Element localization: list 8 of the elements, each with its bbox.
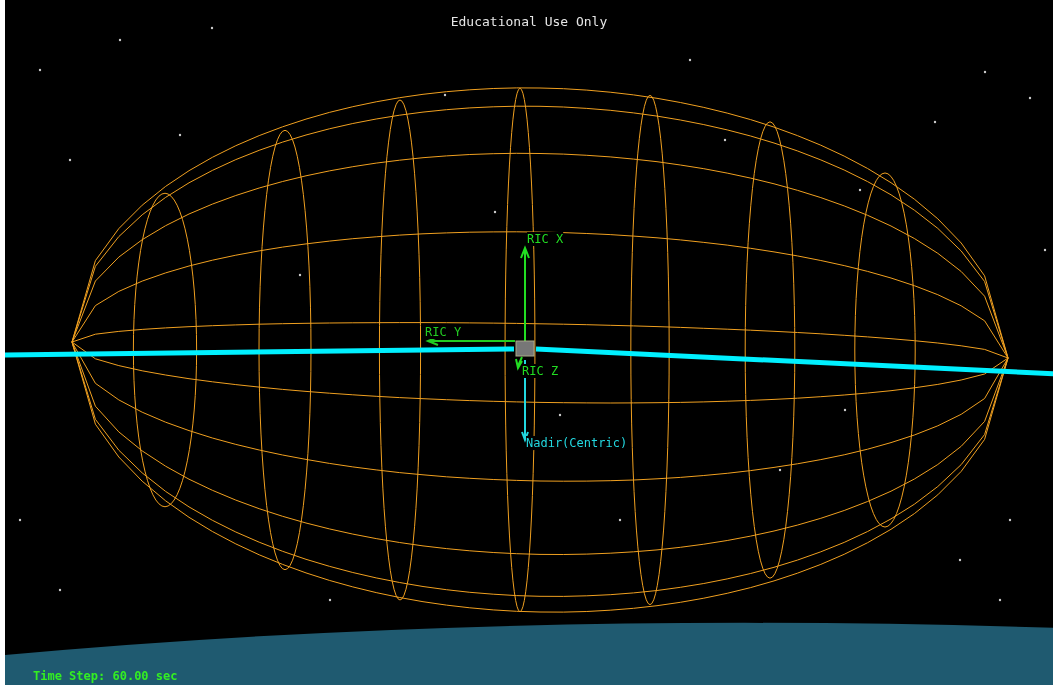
3d-viewport[interactable]: Educational Use Only RIC X RIC Y RIC Z Nadir(Centric) Time Step: 60.00 sec [5, 0, 1053, 685]
time-step-label: Time Step: 60.00 sec [33, 669, 178, 683]
watermark-label: Educational Use Only [450, 14, 608, 29]
axis-label: Nadir(Centric) [526, 436, 628, 450]
axis-label: RIC Z [522, 364, 559, 378]
satellite-icon [515, 340, 535, 357]
axis-label: RIC X [527, 232, 564, 246]
axis-label: RIC Y [425, 325, 462, 339]
